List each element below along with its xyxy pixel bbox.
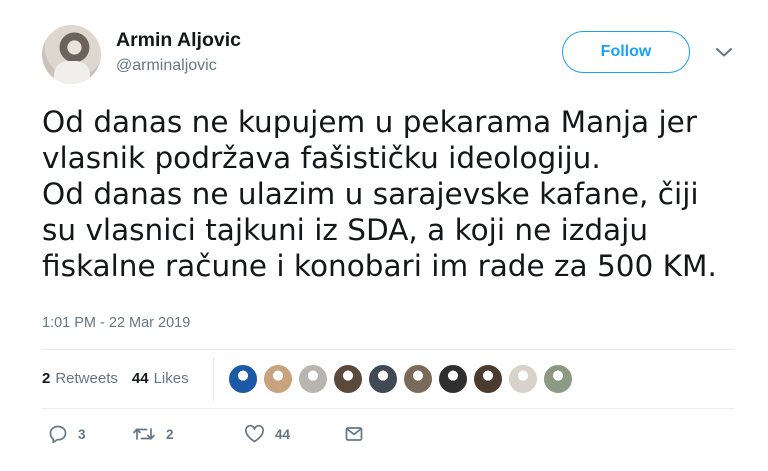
- liker-avatar[interactable]: [368, 364, 398, 394]
- tweet-line: fiskalne račune i konobari im rade za 50…: [42, 249, 717, 283]
- liker-avatars: [228, 364, 578, 394]
- author-avatar[interactable]: [42, 25, 101, 84]
- tweet-line: vlasnik podržava fašističku ideologiju.: [42, 141, 601, 175]
- action-bar: 3 2 44: [42, 424, 442, 448]
- like-count: 44: [275, 426, 291, 442]
- divider-bottom: [42, 408, 734, 409]
- liker-avatar[interactable]: [438, 364, 468, 394]
- author-name[interactable]: Armin Aljovic: [116, 29, 241, 52]
- like-action[interactable]: 44: [244, 424, 290, 444]
- retweets-label[interactable]: Retweets: [55, 370, 118, 387]
- liker-avatar[interactable]: [508, 364, 538, 394]
- likes-count[interactable]: 44: [132, 370, 149, 387]
- divider-top: [42, 349, 734, 350]
- liker-avatar[interactable]: [543, 364, 573, 394]
- retweets-count[interactable]: 2: [42, 370, 50, 387]
- message-icon: [345, 427, 363, 441]
- liker-avatar[interactable]: [473, 364, 503, 394]
- tweet-timestamp[interactable]: 1:01 PM - 22 Mar 2019: [42, 315, 190, 331]
- liker-avatar[interactable]: [333, 364, 363, 394]
- follow-button[interactable]: Follow: [562, 31, 690, 73]
- author-handle[interactable]: @arminaljovic: [116, 57, 217, 75]
- heart-icon: [245, 424, 264, 443]
- liker-avatar[interactable]: [298, 364, 328, 394]
- retweet-count: 2: [166, 426, 174, 442]
- stats-separator: [213, 357, 214, 401]
- reply-count: 3: [78, 426, 86, 442]
- tweet-text: Od danas ne kupujem u pekarama Manja jer…: [42, 104, 742, 284]
- retweet-icon: [133, 428, 155, 440]
- chevron-down-icon[interactable]: [714, 42, 734, 62]
- engagement-stats: 2 Retweets 44 Likes: [42, 370, 189, 387]
- tweet-line: Od danas ne ulazim u sarajevske kafane, …: [42, 177, 699, 211]
- tweet-line: Od danas ne kupujem u pekarama Manja jer: [42, 105, 697, 139]
- tweet-line: su vlasnici tajkuni iz SDA, a koji ne iz…: [42, 213, 649, 247]
- avatar-shirt: [54, 61, 90, 84]
- retweet-action[interactable]: 2: [132, 424, 174, 444]
- likes-label[interactable]: Likes: [154, 370, 189, 387]
- reply-icon: [49, 425, 67, 444]
- reply-action[interactable]: 3: [48, 424, 86, 444]
- liker-avatar[interactable]: [228, 364, 258, 394]
- liker-avatar[interactable]: [403, 364, 433, 394]
- message-action[interactable]: [344, 424, 364, 444]
- liker-avatar[interactable]: [263, 364, 293, 394]
